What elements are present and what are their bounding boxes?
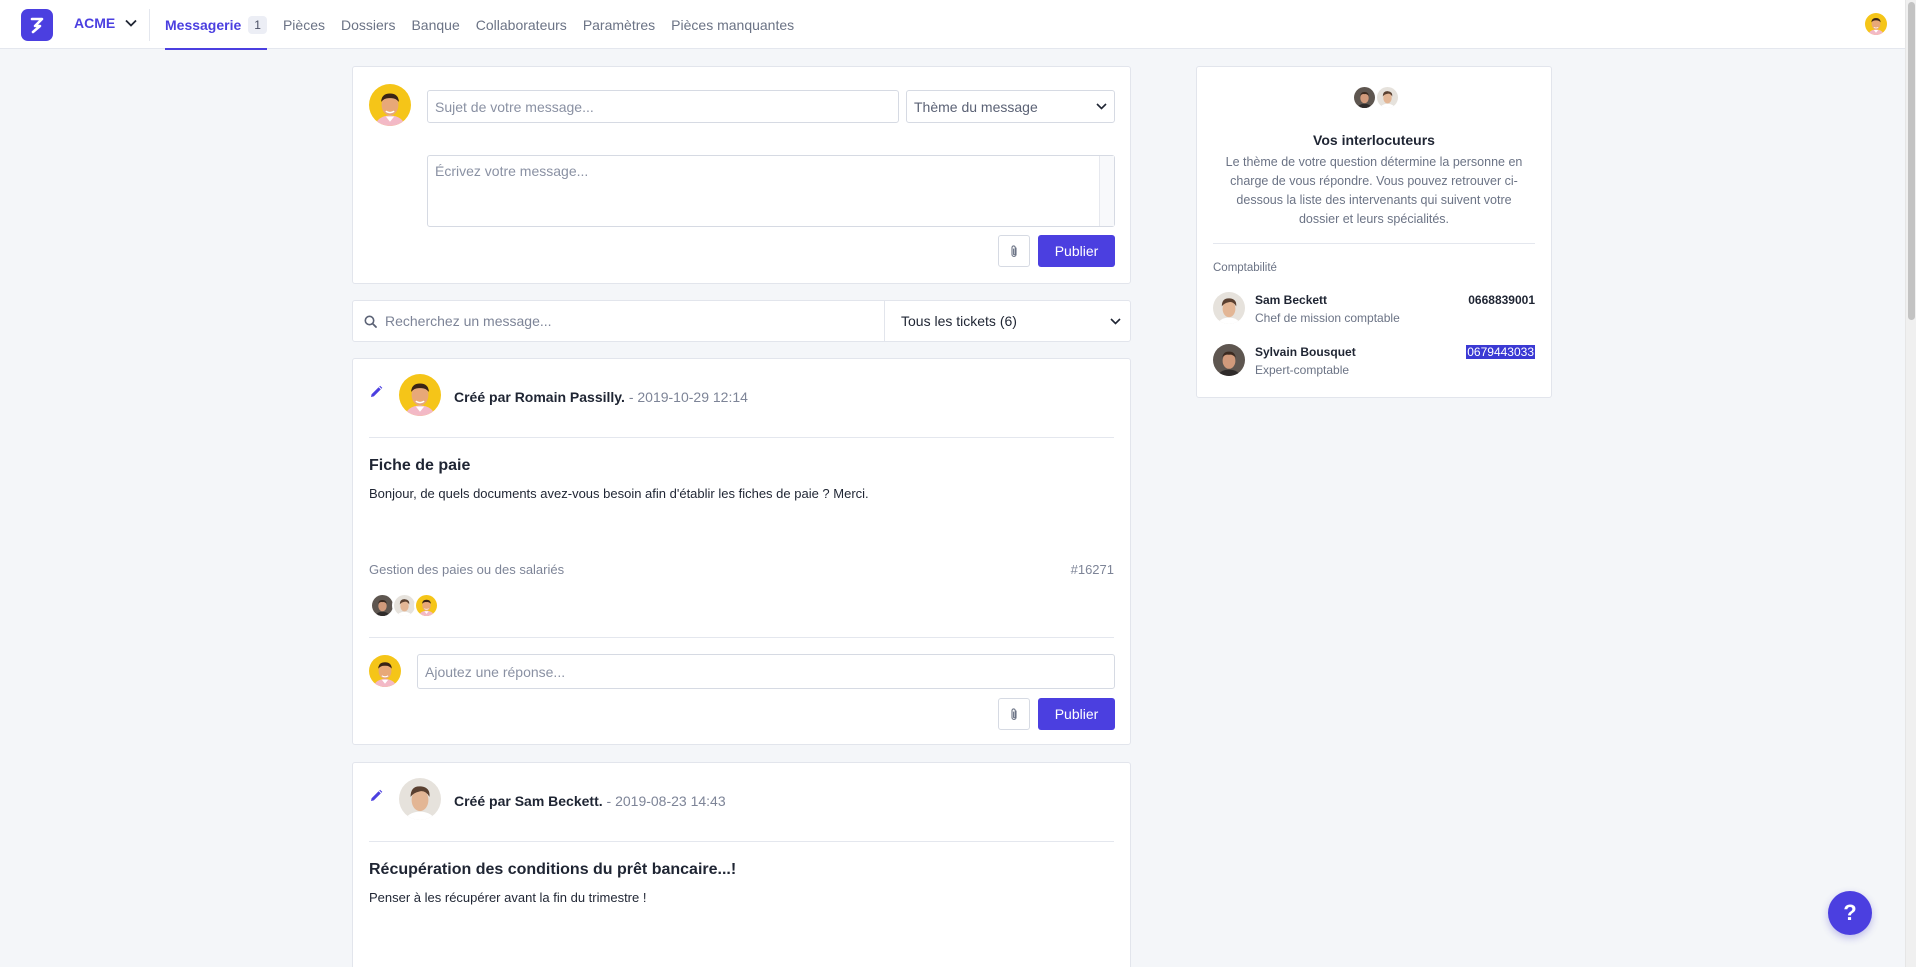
ticket-author: Créé par Romain Passilly.: [454, 389, 625, 405]
contact-role: Chef de mission comptable: [1255, 311, 1400, 325]
theme-select[interactable]: Thème du message: [906, 90, 1115, 123]
publish-button[interactable]: Publier: [1038, 235, 1115, 267]
chevron-down-icon: [1110, 317, 1121, 325]
subject-input[interactable]: Sujet de votre message...: [427, 90, 899, 123]
pencil-icon[interactable]: [369, 789, 383, 803]
contact-avatar: [1213, 344, 1245, 376]
participant-avatar: [414, 593, 439, 618]
divider: [1213, 243, 1535, 244]
contacts-panel: Vos interlocuteurs Le thème de votre que…: [1196, 66, 1552, 398]
nav-item-pieces[interactable]: Pièces: [283, 0, 325, 49]
message-placeholder: Écrivez votre message...: [435, 163, 589, 179]
contact-phone[interactable]: 0668839001: [1468, 293, 1535, 307]
ticket-theme: Gestion des paies ou des salariés: [369, 562, 565, 577]
contact-category: Comptabilité: [1213, 262, 1277, 274]
contact-avatar: [1213, 292, 1245, 324]
ticket-card: Créé par Romain Passilly. - 2019-10-29 1…: [352, 358, 1131, 745]
compose-message-card: Sujet de votre message... Thème du messa…: [352, 66, 1131, 284]
attach-file-button[interactable]: [998, 235, 1030, 267]
reply-input[interactable]: Ajoutez une réponse...: [417, 654, 1115, 689]
user-avatar[interactable]: [1865, 13, 1887, 35]
divider: [369, 437, 1114, 438]
publish-reply-button[interactable]: Publier: [1038, 698, 1115, 730]
help-button[interactable]: ?: [1828, 891, 1872, 935]
contacts-avatars: [1352, 85, 1400, 110]
ticket-date: - 2019-10-29 12:14: [628, 389, 748, 405]
ticket-body: Bonjour, de quels documents avez-vous be…: [369, 486, 869, 501]
ticket-filter-select[interactable]: Tous les tickets (6): [885, 301, 1130, 341]
nav-item-collaborateurs[interactable]: Collaborateurs: [476, 0, 567, 49]
ticket-body: Penser à les récupérer avant la fin du t…: [369, 890, 647, 905]
ticket-meta: Créé par Sam Beckett. - 2019-08-23 14:43: [454, 793, 726, 809]
author-avatar: [399, 778, 441, 820]
divider: [369, 841, 1114, 842]
nav-item-label: Messagerie: [165, 16, 242, 33]
nav-item-messagerie[interactable]: Messagerie 1: [165, 0, 267, 50]
unread-count-badge: 1: [248, 15, 267, 34]
reply-author-avatar: [369, 655, 401, 687]
contact-name: Sam Beckett: [1255, 293, 1328, 307]
nav-item-parametres[interactable]: Paramètres: [583, 0, 655, 49]
message-textarea[interactable]: Écrivez votre message...: [427, 155, 1115, 227]
textarea-scrollbar[interactable]: [1099, 156, 1114, 226]
paperclip-icon: [1011, 245, 1017, 258]
scrollbar-thumb[interactable]: [1908, 2, 1915, 320]
ticket-id: #16271: [1070, 562, 1114, 577]
search-icon: [364, 315, 377, 328]
logo-icon[interactable]: [21, 9, 53, 41]
ticket-filter-label: Tous les tickets (6): [901, 313, 1017, 329]
panel-title: Vos interlocuteurs: [1313, 132, 1435, 148]
ticket-title: Fiche de paie: [369, 457, 471, 474]
search-input[interactable]: Recherchez un message...: [353, 301, 885, 341]
contact-avatar: [1375, 85, 1400, 110]
ticket-title: Récupération des conditions du prêt banc…: [369, 861, 737, 878]
help-icon: ?: [1843, 900, 1857, 925]
message-search-bar: Recherchez un message... Tous les ticket…: [352, 300, 1131, 342]
contact-row: Sam Beckett Chef de mission comptable 06…: [1213, 289, 1535, 327]
contact-role: Expert-comptable: [1255, 363, 1350, 377]
contact-row: Sylvain Bousquet Expert-comptable 067944…: [1213, 341, 1535, 379]
author-avatar: [399, 374, 441, 416]
top-navigation-bar: ACME Messagerie 1 Pièces Dossiers Banque…: [0, 0, 1905, 50]
contact-avatar: [1352, 85, 1377, 110]
attach-file-button[interactable]: [998, 698, 1030, 730]
contact-name: Sylvain Bousquet: [1255, 345, 1356, 359]
chevron-down-icon: [1096, 103, 1107, 110]
nav-divider: [149, 9, 150, 41]
nav-item-pieces-manquantes[interactable]: Pièces manquantes: [671, 0, 794, 49]
participants-avatars: [370, 593, 439, 618]
contact-phone[interactable]: 0679443033: [1466, 345, 1535, 359]
theme-select-label: Thème du message: [914, 98, 1038, 115]
ticket-card: Créé par Sam Beckett. - 2019-08-23 14:43…: [352, 762, 1131, 967]
company-switcher[interactable]: ACME: [74, 15, 137, 31]
author-avatar: [369, 84, 411, 126]
panel-description: Le thème de votre question détermine la …: [1225, 155, 1523, 226]
ticket-author: Créé par Sam Beckett.: [454, 793, 603, 809]
chevron-down-icon: [125, 19, 137, 27]
divider: [369, 637, 1114, 638]
nav-item-dossiers[interactable]: Dossiers: [341, 0, 395, 49]
nav-item-banque[interactable]: Banque: [411, 0, 459, 49]
ticket-meta: Créé par Romain Passilly. - 2019-10-29 1…: [454, 389, 748, 405]
search-placeholder: Recherchez un message...: [385, 313, 552, 329]
main-nav: Messagerie 1 Pièces Dossiers Banque Coll…: [165, 0, 794, 50]
pencil-icon[interactable]: [369, 385, 383, 399]
paperclip-icon: [1011, 708, 1017, 721]
company-name: ACME: [74, 15, 116, 31]
page-scrollbar[interactable]: [1905, 0, 1916, 967]
ticket-date: - 2019-08-23 14:43: [606, 793, 726, 809]
